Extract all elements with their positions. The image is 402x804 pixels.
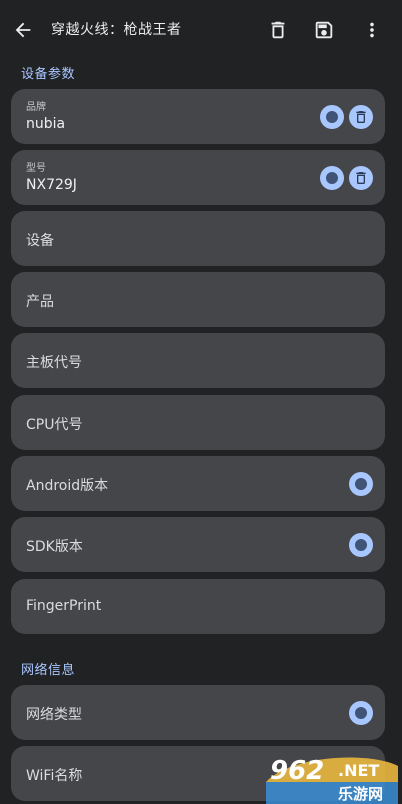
sdk-toggle-button[interactable] — [349, 533, 373, 557]
watermark-text-962: 962 — [270, 756, 325, 786]
field-model-value: NX729J — [26, 177, 77, 193]
trash-icon — [271, 21, 285, 39]
model-clear-button[interactable] — [349, 166, 373, 190]
brand-clear-button[interactable] — [349, 105, 373, 129]
android-toggle-button[interactable] — [349, 472, 373, 496]
trash-icon — [356, 172, 366, 184]
section-title-device: 设备参数 — [21, 67, 76, 82]
field-model-label: 型号 — [26, 163, 46, 174]
radio-icon — [324, 109, 340, 125]
field-sdk-label: SDK版本 — [26, 539, 83, 555]
field-brand-label: 品牌 — [26, 102, 46, 113]
back-button[interactable] — [10, 17, 36, 43]
field-fingerprint-label: FingerPrint — [26, 598, 102, 614]
delete-button[interactable] — [265, 16, 291, 44]
watermark-logo: 962 .NET 乐游网 — [262, 752, 402, 804]
arrow-back-icon — [15, 22, 31, 38]
field-brand-value: nubia — [26, 116, 66, 132]
field-cpu[interactable]: CPU代号 — [11, 395, 385, 450]
section-title-network: 网络信息 — [21, 663, 76, 678]
field-wifi-name-label: WiFi名称 — [26, 768, 83, 784]
radio-icon — [353, 537, 369, 553]
save-button[interactable] — [311, 16, 337, 44]
watermark-text-sitename: 乐游网 — [338, 785, 384, 803]
field-device[interactable]: 设备 — [11, 211, 385, 266]
field-board[interactable]: 主板代号 — [11, 333, 385, 388]
radio-icon — [324, 170, 340, 186]
save-icon — [315, 21, 333, 39]
field-fingerprint[interactable]: FingerPrint — [11, 579, 385, 634]
radio-icon — [353, 476, 369, 492]
model-toggle-button[interactable] — [320, 166, 344, 190]
field-network-type[interactable]: 网络类型 — [11, 685, 385, 740]
app-screen: 穿越火线：枪战王者 设备参数 品牌 nubia 型号 NX729J 设备 产品 … — [0, 0, 402, 804]
top-app-bar: 穿越火线：枪战王者 — [0, 0, 402, 58]
page-title: 穿越火线：枪战王者 — [51, 22, 182, 38]
field-sdk-version[interactable]: SDK版本 — [11, 517, 385, 572]
field-product[interactable]: 产品 — [11, 272, 385, 327]
field-product-label: 产品 — [26, 294, 54, 310]
more-vert-icon — [370, 22, 374, 38]
field-board-label: 主板代号 — [26, 355, 82, 371]
trash-icon — [356, 111, 366, 123]
more-options-button[interactable] — [359, 16, 385, 44]
radio-icon — [353, 705, 369, 721]
brand-toggle-button[interactable] — [320, 105, 344, 129]
field-model[interactable]: 型号 NX729J — [11, 150, 385, 205]
field-cpu-label: CPU代号 — [26, 417, 83, 433]
field-brand[interactable]: 品牌 nubia — [11, 89, 385, 144]
field-android-label: Android版本 — [26, 478, 109, 494]
network-type-toggle-button[interactable] — [349, 701, 373, 725]
watermark-text-net: .NET — [338, 761, 380, 780]
field-network-type-label: 网络类型 — [26, 707, 82, 723]
field-device-label: 设备 — [26, 233, 54, 249]
field-android-version[interactable]: Android版本 — [11, 456, 385, 511]
